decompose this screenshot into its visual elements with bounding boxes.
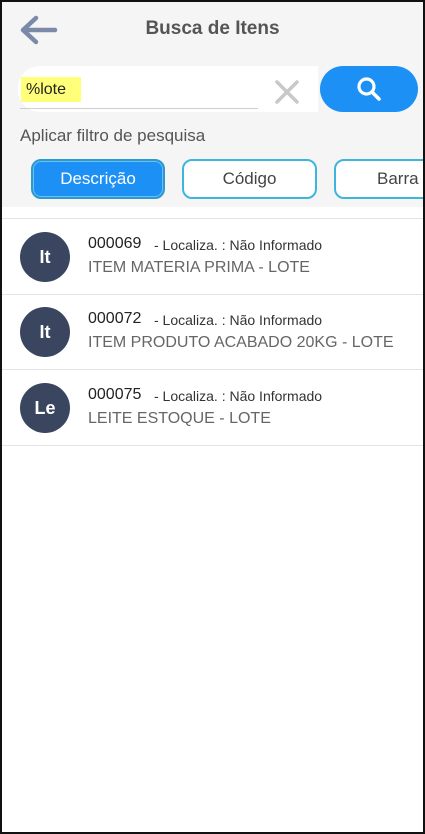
- item-description: LEITE ESTOQUE - LOTE: [88, 410, 271, 427]
- page-title: Busca de Itens: [145, 18, 280, 39]
- item-code: 000075: [88, 386, 142, 403]
- clear-search-button[interactable]: [270, 77, 304, 107]
- filter-chip-label: Descrição: [60, 169, 136, 188]
- search-icon: [357, 77, 381, 101]
- list-divider: [2, 445, 423, 446]
- item-code: 000069: [88, 235, 142, 252]
- avatar: It: [20, 307, 70, 357]
- filter-chip-barra[interactable]: Barra: [334, 159, 423, 199]
- item-location: - Localiza. : Não Informado: [154, 388, 323, 404]
- item-code: 000072: [88, 310, 142, 327]
- filter-chip-label: Código: [222, 169, 277, 188]
- avatar: It: [20, 232, 70, 282]
- filter-chip-label: Barra: [377, 169, 419, 188]
- filter-label: Aplicar filtro de pesquisa: [20, 126, 206, 145]
- list-item[interactable]: It 000069 - Localiza. : Não Informado IT…: [2, 220, 423, 294]
- app-frame: Busca de Itens Aplicar filtro de pesquis…: [0, 0, 425, 834]
- item-description: ITEM PRODUTO ACABADO 20KG - LOTE: [88, 334, 394, 351]
- item-description: ITEM MATERIA PRIMA - LOTE: [88, 259, 310, 276]
- filter-chip-codigo[interactable]: Código: [182, 159, 317, 199]
- filter-chip-descricao[interactable]: Descrição: [31, 159, 165, 199]
- close-icon: [275, 80, 299, 104]
- search-button[interactable]: [320, 66, 418, 112]
- avatar: Le: [20, 383, 70, 433]
- list-divider: [2, 218, 423, 219]
- search-underline: [20, 108, 258, 109]
- list-item[interactable]: It 000072 - Localiza. : Não Informado IT…: [2, 295, 423, 369]
- search-input[interactable]: [26, 77, 256, 102]
- item-location: - Localiza. : Não Informado: [154, 312, 323, 328]
- top-panel: Busca de Itens Aplicar filtro de pesquis…: [2, 2, 423, 207]
- list-item[interactable]: Le 000075 - Localiza. : Não Informado LE…: [2, 371, 423, 445]
- list-divider: [2, 369, 423, 370]
- item-location: - Localiza. : Não Informado: [154, 237, 323, 253]
